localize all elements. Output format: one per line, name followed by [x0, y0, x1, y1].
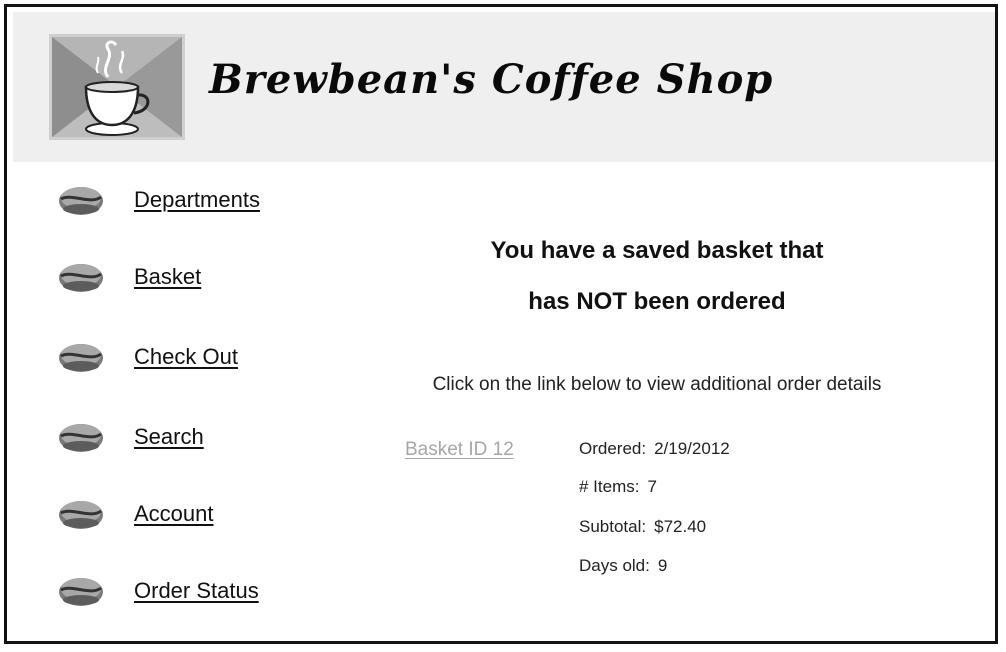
- sidebar-item-search[interactable]: Search: [57, 417, 204, 457]
- days-old-label: Days old:: [579, 556, 650, 575]
- coffee-bean-icon: [59, 578, 103, 606]
- ordered-detail: Ordered: 2/19/2012: [579, 439, 730, 459]
- coffee-bean-icon: [59, 344, 103, 372]
- coffee-bean-icon: [59, 264, 103, 292]
- items-label: # Items:: [579, 477, 640, 496]
- sidebar-item-label[interactable]: Account: [134, 501, 214, 527]
- days-old-detail: Days old: 9: [579, 556, 667, 576]
- subtotal-label: Subtotal:: [579, 517, 647, 536]
- sidebar-item-label[interactable]: Check Out: [134, 344, 238, 370]
- coffee-bean-icon: [59, 187, 103, 215]
- sidebar-item-label[interactable]: Departments: [134, 187, 260, 213]
- sidebar-item-account[interactable]: Account: [57, 494, 214, 534]
- items-value: 7: [647, 477, 657, 496]
- subtotal-value: $72.40: [654, 517, 707, 536]
- sidebar-item-label[interactable]: Search: [134, 424, 204, 450]
- sidebar-item-check-out[interactable]: Check Out: [57, 337, 238, 377]
- ordered-value: 2/19/2012: [654, 439, 730, 458]
- basket-id-link[interactable]: Basket ID 12: [405, 439, 514, 461]
- sidebar-item-departments[interactable]: Departments: [57, 180, 260, 220]
- saved-basket-heading: You have a saved basket that: [490, 237, 824, 264]
- items-detail: # Items: 7: [579, 477, 657, 497]
- coffee-bean-icon: [59, 501, 103, 529]
- site-header: Brewbean's Coffee Shop: [13, 12, 995, 162]
- saved-basket-heading-line2: has NOT been ordered: [528, 288, 786, 315]
- coffee-cup-icon[interactable]: [49, 34, 185, 140]
- page-frame: Brewbean's Coffee Shop Departments Baske…: [4, 4, 998, 644]
- ordered-label: Ordered:: [579, 439, 647, 458]
- sidebar-item-label[interactable]: Basket: [134, 264, 201, 290]
- sidebar-item-order-status[interactable]: Order Status: [57, 571, 259, 611]
- shop-title: Brewbean's Coffee Shop: [209, 56, 774, 103]
- days-old-value: 9: [657, 556, 668, 575]
- sidebar-item-basket[interactable]: Basket: [57, 257, 201, 297]
- subtotal-detail: Subtotal: $72.40: [579, 517, 706, 537]
- sidebar-item-label[interactable]: Order Status: [134, 578, 259, 604]
- instructions-text: Click on the link below to view addition…: [432, 374, 882, 395]
- coffee-bean-icon: [59, 424, 103, 452]
